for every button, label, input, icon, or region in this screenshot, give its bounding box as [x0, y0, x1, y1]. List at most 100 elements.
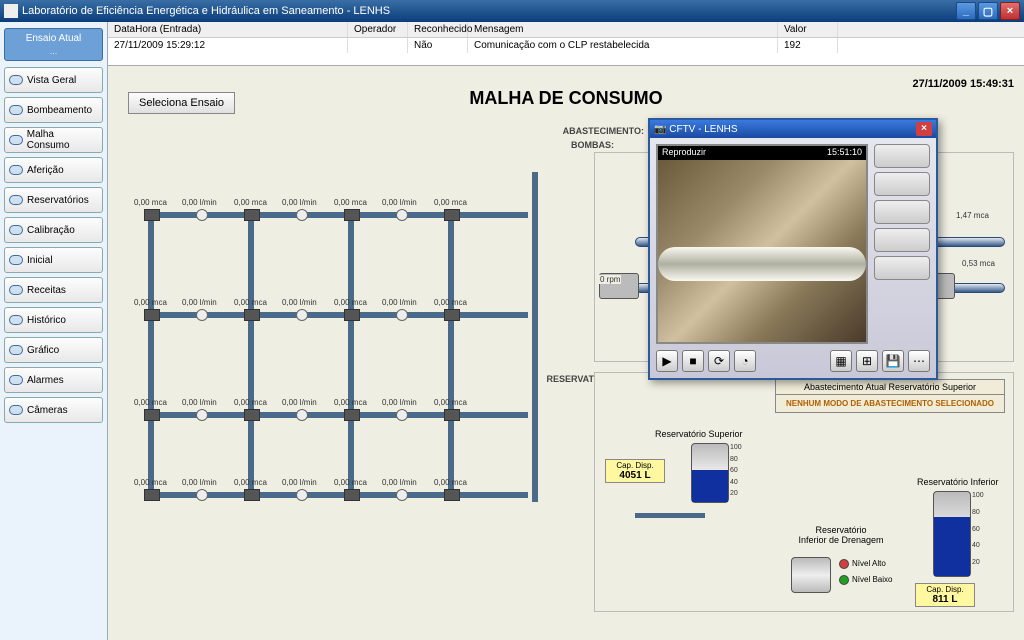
close-button[interactable]: × — [1000, 2, 1020, 20]
cftv-window[interactable]: 📷 CFTV - LENHS × Reproduzir 15:51:10 — [648, 118, 938, 380]
tools-button[interactable]: ⋯ — [908, 350, 930, 372]
flowmeter[interactable] — [396, 409, 408, 421]
clock-button[interactable]: ◔ — [734, 350, 756, 372]
flowmeter[interactable] — [296, 209, 308, 221]
save-button[interactable]: 💾 — [882, 350, 904, 372]
valve[interactable] — [344, 409, 360, 421]
window-titlebar: Laboratório de Eficiência Energética e H… — [0, 0, 1024, 22]
sidebar-item-calibração[interactable]: Calibração — [4, 217, 103, 243]
sidebar-item-label: Malha Consumo — [27, 129, 98, 151]
rpm-tag: 0 rpm — [599, 275, 621, 284]
cftv-title: CFTV - LENHS — [669, 124, 737, 135]
sidebar-item-receitas[interactable]: Receitas — [4, 277, 103, 303]
mca-tag: 0,00 mca — [334, 478, 367, 487]
valve[interactable] — [444, 309, 460, 321]
refresh-button[interactable]: ⟳ — [708, 350, 730, 372]
seleciona-ensaio-button[interactable]: Seleciona Ensaio — [128, 92, 235, 114]
cftv-sb-2[interactable] — [874, 172, 930, 196]
sidebar-item-vista-geral[interactable]: Vista Geral — [4, 67, 103, 93]
mca-tag: 0,00 mca — [134, 298, 167, 307]
flowmeter[interactable] — [196, 309, 208, 321]
flowmeter[interactable] — [196, 409, 208, 421]
cftv-frame — [658, 160, 866, 342]
flowmeter[interactable] — [296, 489, 308, 501]
log-row[interactable]: 27/11/2009 15:29:12 Não Comunicação com … — [108, 38, 1024, 53]
sidebar-item-inicial[interactable]: Inicial — [4, 247, 103, 273]
sidebar-item-malha-consumo[interactable]: Malha Consumo — [4, 127, 103, 153]
valve[interactable] — [144, 309, 160, 321]
drain-pump[interactable] — [595, 373, 623, 393]
sidebar-item-label: Receitas — [27, 285, 66, 296]
tank-drenagem[interactable] — [791, 557, 831, 593]
sidebar-item-histórico[interactable]: Histórico — [4, 307, 103, 333]
lmin-tag: 0,00 l/min — [382, 478, 417, 487]
sidebar-item-label: Aferição — [27, 165, 64, 176]
valve[interactable] — [144, 409, 160, 421]
cftv-sb-5[interactable] — [874, 256, 930, 280]
minimize-button[interactable]: _ — [956, 2, 976, 20]
flowmeter[interactable] — [196, 209, 208, 221]
pipe-mesh: 0,00 mca 0,00 l/min 0,00 mca 0,00 l/min 0,00… — [128, 172, 548, 512]
valve[interactable] — [344, 209, 360, 221]
mca-tag: 0,00 mca — [234, 298, 267, 307]
flowmeter[interactable] — [396, 489, 408, 501]
reservoir-panel: Abastecimento Atual Reservatório Superio… — [594, 372, 1014, 612]
sidebar-item-aferição[interactable]: Aferição — [4, 157, 103, 183]
flowmeter[interactable] — [296, 309, 308, 321]
valve[interactable] — [344, 489, 360, 501]
valve[interactable] — [444, 209, 460, 221]
tank-superior[interactable]: 10080604020 — [691, 443, 729, 503]
current-ensaio-title: Ensaio Atual — [5, 33, 102, 44]
flowmeter[interactable] — [396, 309, 408, 321]
log-header: DataHora (Entrada) Operador Reconhecido … — [108, 22, 1024, 38]
clock: 27/11/2009 15:49:31 — [912, 78, 1014, 90]
valve[interactable] — [144, 489, 160, 501]
cftv-sb-1[interactable] — [874, 144, 930, 168]
cftv-overlay-left: Reproduzir — [662, 147, 706, 159]
valve[interactable] — [244, 409, 260, 421]
sidebar-item-label: Inicial — [27, 255, 53, 266]
sidebar-item-reservatórios[interactable]: Reservatórios — [4, 187, 103, 213]
sidebar-item-bombeamento[interactable]: Bombeamento — [4, 97, 103, 123]
main-area: DataHora (Entrada) Operador Reconhecido … — [108, 22, 1024, 640]
play-button[interactable]: ▶ — [656, 350, 678, 372]
cftv-controls: ▶ ■ ⟳ ◔ ▦ ⊞ 💾 ⋯ — [656, 350, 930, 372]
status-msg: NENHUM MODO DE ABASTECIMENTO SELECIONADO — [776, 395, 1004, 412]
sidebar-item-label: Alarmes — [27, 375, 64, 386]
mca-tag: 0,00 mca — [134, 198, 167, 207]
valve[interactable] — [144, 209, 160, 221]
valve[interactable] — [444, 409, 460, 421]
snapshot-button[interactable]: ▦ — [830, 350, 852, 372]
cftv-close-button[interactable]: × — [916, 122, 932, 136]
sidebar-item-label: Vista Geral — [27, 75, 76, 86]
valve[interactable] — [244, 209, 260, 221]
lmin-tag: 0,00 l/min — [182, 478, 217, 487]
current-ensaio-sub: ... — [5, 46, 102, 56]
flowmeter[interactable] — [396, 209, 408, 221]
cftv-sb-4[interactable] — [874, 228, 930, 252]
app-icon — [4, 4, 18, 18]
sidebar-item-alarmes[interactable]: Alarmes — [4, 367, 103, 393]
cftv-sb-3[interactable] — [874, 200, 930, 224]
valve[interactable] — [244, 309, 260, 321]
cftv-titlebar[interactable]: 📷 CFTV - LENHS × — [650, 120, 936, 138]
lmin-tag: 0,00 l/min — [382, 398, 417, 407]
stop-button[interactable]: ■ — [682, 350, 704, 372]
sidebar-item-gráfico[interactable]: Gráfico — [4, 337, 103, 363]
grid-button[interactable]: ⊞ — [856, 350, 878, 372]
pill-icon — [9, 345, 23, 355]
flowmeter[interactable] — [296, 409, 308, 421]
flowmeter[interactable] — [196, 489, 208, 501]
sidebar-item-câmeras[interactable]: Câmeras — [4, 397, 103, 423]
maximize-button[interactable]: ▢ — [978, 2, 998, 20]
sidebar-item-label: Bombeamento — [27, 105, 92, 116]
lmin-tag: 0,00 l/min — [182, 198, 217, 207]
valve[interactable] — [444, 489, 460, 501]
valve[interactable] — [344, 309, 360, 321]
cftv-video[interactable]: Reproduzir 15:51:10 — [656, 144, 868, 344]
mca2-tag: 0,53 mca — [961, 259, 996, 268]
tank-inferior[interactable]: 10080604020 — [933, 491, 971, 577]
mca1-tag: 1,47 mca — [955, 211, 990, 220]
valve[interactable] — [244, 489, 260, 501]
log-table: DataHora (Entrada) Operador Reconhecido … — [108, 22, 1024, 66]
